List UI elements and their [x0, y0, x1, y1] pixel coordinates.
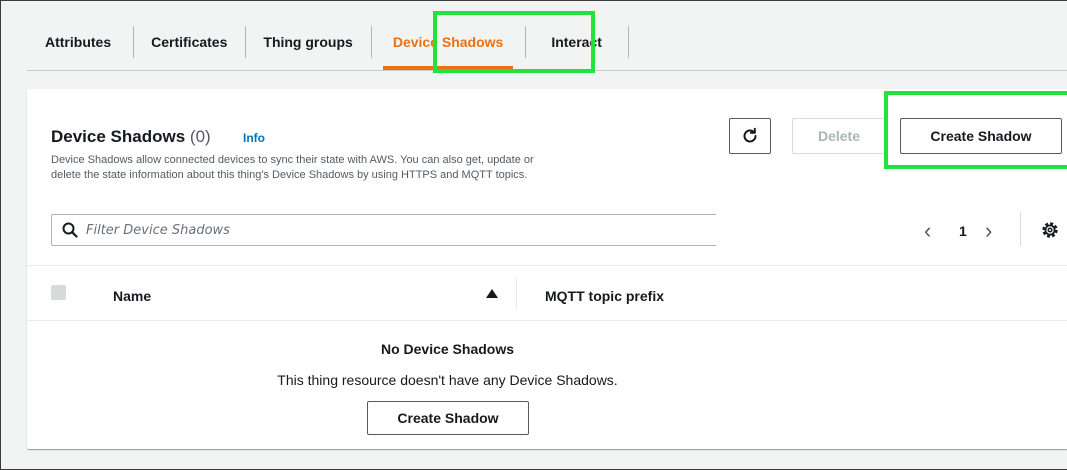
tab-thing-groups[interactable]: Thing groups — [245, 23, 370, 61]
search-icon — [62, 222, 78, 238]
column-header-name[interactable]: Name — [113, 288, 151, 304]
sort-ascending-icon[interactable] — [486, 289, 498, 298]
create-shadow-empty-button[interactable]: Create Shadow — [367, 401, 529, 435]
column-header-mqtt-topic-prefix[interactable]: MQTT topic prefix — [545, 288, 664, 304]
empty-state-description: This thing resource doesn't have any Dev… — [277, 372, 618, 388]
tab-interact[interactable]: Interact — [525, 23, 628, 61]
app-frame: Attributes Certificates Thing groups Dev… — [0, 0, 1067, 470]
device-shadows-panel: Device Shadows (0) Info Device Shadows a… — [27, 89, 1067, 449]
select-all-checkbox[interactable] — [51, 285, 66, 300]
filter-box — [51, 214, 716, 246]
page-number[interactable]: 1 — [959, 223, 967, 239]
gear-icon[interactable] — [1040, 220, 1060, 240]
tab-certificates[interactable]: Certificates — [133, 23, 245, 61]
shadow-count: (0) — [189, 127, 211, 146]
tab-divider — [627, 26, 629, 58]
description-line-2: delete the state information about this … — [51, 169, 528, 181]
tab-device-shadows[interactable]: Device Shadows — [370, 23, 526, 70]
panel-description: Device Shadows allow connected devices t… — [51, 153, 711, 183]
page-title: Device Shadows (0) — [51, 127, 211, 147]
description-line-1: Device Shadows allow connected devices t… — [51, 154, 534, 166]
filter-input[interactable] — [86, 222, 686, 238]
create-shadow-button[interactable]: Create Shadow — [900, 118, 1062, 154]
pagination-divider — [1020, 212, 1021, 246]
chevron-right-icon[interactable]: › — [985, 218, 992, 244]
column-divider — [516, 278, 517, 310]
delete-button[interactable]: Delete — [792, 118, 886, 154]
refresh-button[interactable] — [729, 118, 771, 154]
chevron-left-icon[interactable]: ‹ — [924, 218, 931, 244]
empty-state-title: No Device Shadows — [380, 341, 515, 357]
info-link[interactable]: Info — [243, 131, 265, 145]
tab-attributes[interactable]: Attributes — [27, 23, 133, 61]
tab-bar: Attributes Certificates Thing groups Dev… — [27, 14, 1067, 71]
table-header: Name MQTT topic prefix — [27, 265, 1067, 321]
refresh-icon — [743, 127, 757, 143]
panel-title-text: Device Shadows — [51, 127, 186, 146]
